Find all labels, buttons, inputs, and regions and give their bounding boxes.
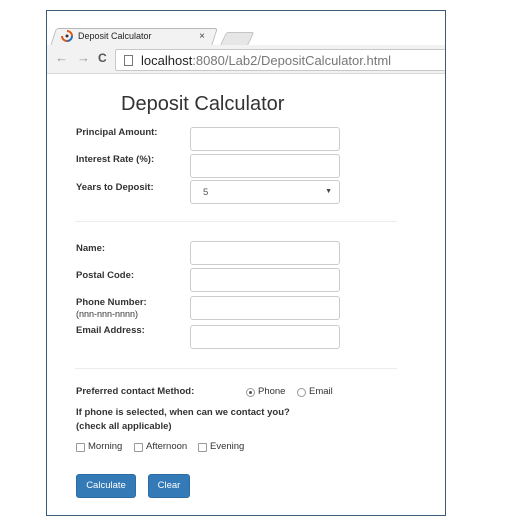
browser-window: Deposit Calculator × ← → C localhost:808… bbox=[46, 10, 446, 516]
divider bbox=[75, 368, 397, 369]
reload-icon[interactable]: C bbox=[98, 51, 107, 65]
tab-title: Deposit Calculator bbox=[78, 31, 152, 41]
phone-input[interactable] bbox=[190, 296, 340, 320]
contact-time-hint: (check all applicable) bbox=[76, 421, 172, 432]
evening-label[interactable]: Evening bbox=[210, 441, 244, 452]
name-label: Name: bbox=[76, 243, 106, 254]
morning-checkbox[interactable] bbox=[76, 443, 85, 452]
address-bar[interactable]: localhost:8080/Lab2/DepositCalculator.ht… bbox=[115, 49, 445, 71]
close-tab-icon[interactable]: × bbox=[199, 31, 205, 42]
afternoon-label[interactable]: Afternoon bbox=[146, 441, 187, 452]
email-label: Email Address: bbox=[76, 325, 145, 336]
phone-radio[interactable] bbox=[246, 388, 255, 397]
chevron-down-icon: ▼ bbox=[325, 188, 332, 195]
page-icon bbox=[124, 54, 133, 66]
postal-code-label: Postal Code: bbox=[76, 270, 135, 281]
years-label: Years to Deposit: bbox=[76, 182, 154, 193]
email-input[interactable] bbox=[190, 325, 340, 349]
new-tab-button[interactable] bbox=[219, 32, 255, 46]
morning-label[interactable]: Morning bbox=[88, 441, 122, 452]
afternoon-checkbox[interactable] bbox=[134, 443, 143, 452]
browser-toolbar: ← → C localhost:8080/Lab2/DepositCalcula… bbox=[47, 45, 445, 74]
principal-input[interactable] bbox=[190, 127, 340, 151]
url-host: localhost bbox=[141, 52, 193, 68]
back-arrow-icon[interactable]: ← bbox=[55, 51, 68, 65]
phone-radio-label[interactable]: Phone bbox=[258, 386, 285, 397]
clear-button[interactable]: Clear bbox=[148, 474, 190, 498]
name-input[interactable] bbox=[190, 241, 340, 265]
calculate-button[interactable]: Calculate bbox=[76, 474, 136, 498]
phone-label: Phone Number: bbox=[76, 297, 147, 308]
page-content: Deposit Calculator Principal Amount: Int… bbox=[47, 74, 445, 515]
app-favicon-icon bbox=[61, 30, 73, 42]
interest-label: Interest Rate (%): bbox=[76, 154, 155, 165]
contact-time-question: If phone is selected, when can we contac… bbox=[76, 407, 290, 418]
tab-strip: Deposit Calculator × bbox=[47, 11, 445, 46]
years-select-value: 5 bbox=[203, 187, 209, 198]
forward-arrow-icon[interactable]: → bbox=[77, 51, 90, 65]
url-text: localhost:8080/Lab2/DepositCalculator.ht… bbox=[141, 53, 391, 68]
email-radio-label[interactable]: Email bbox=[309, 386, 333, 397]
principal-label: Principal Amount: bbox=[76, 127, 158, 138]
phone-format-hint: (nnn-nnn-nnnn) bbox=[76, 309, 139, 319]
email-radio[interactable] bbox=[297, 388, 306, 397]
divider bbox=[75, 221, 397, 222]
url-path: :8080/Lab2/DepositCalculator.html bbox=[192, 52, 392, 68]
years-select[interactable]: 5 ▼ bbox=[190, 180, 340, 204]
browser-tab-content[interactable]: Deposit Calculator × bbox=[61, 27, 211, 45]
interest-input[interactable] bbox=[190, 154, 340, 178]
contact-method-label: Preferred contact Method: bbox=[76, 386, 195, 397]
page-title: Deposit Calculator bbox=[121, 93, 285, 115]
evening-checkbox[interactable] bbox=[198, 443, 207, 452]
postal-code-input[interactable] bbox=[190, 268, 340, 292]
